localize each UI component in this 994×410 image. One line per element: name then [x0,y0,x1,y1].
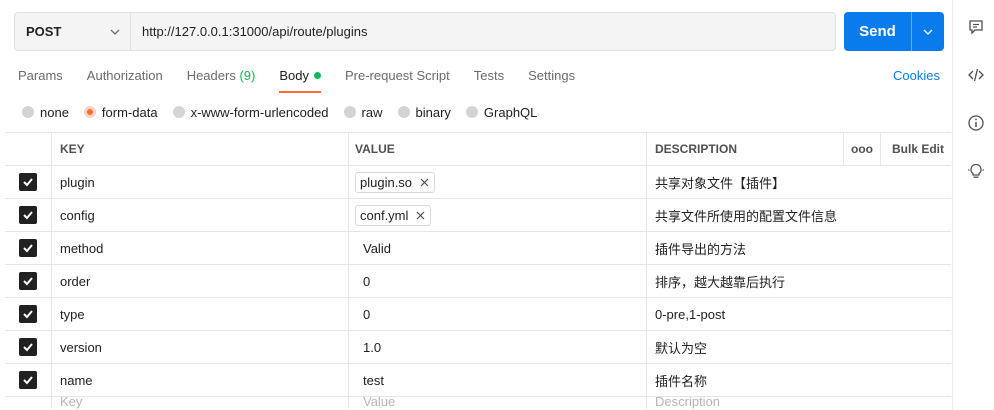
radio-circle [465,106,478,118]
table-row: method Valid 插件导出的方法 [5,232,951,265]
radio-circle [397,106,410,118]
radio-binary[interactable]: binary [397,105,451,120]
send-label: Send [844,12,912,51]
url-input[interactable]: http://127.0.0.1:31000/api/route/plugins [131,13,835,50]
new-description-input[interactable]: Description [646,397,951,409]
description-cell[interactable]: 共享文件所使用的配置文件信息 [646,199,951,231]
table-row: name test 插件名称 [5,364,951,397]
key-cell[interactable]: order [51,265,348,297]
check-icon [23,178,33,187]
radio-none[interactable]: none [22,105,69,120]
bulk-edit-button[interactable]: Bulk Edit [880,133,951,165]
value-cell[interactable]: Valid [348,232,646,264]
method-select[interactable]: POST [15,13,131,50]
radio-circle [172,106,185,118]
info-icon[interactable] [967,114,985,132]
description-cell[interactable]: 插件名称 [646,364,951,396]
row-checkbox[interactable] [19,173,37,191]
close-icon[interactable] [416,211,425,220]
radio-circle [22,106,34,118]
value-cell[interactable]: test [348,364,646,396]
row-checkbox[interactable] [19,371,37,389]
key-cell[interactable]: version [51,331,348,363]
tab-params[interactable]: Params [18,60,63,92]
tab-settings[interactable]: Settings [528,60,575,92]
value-cell[interactable]: 1.0 [348,331,646,363]
description-cell[interactable]: 插件导出的方法 [646,232,951,264]
header-check-cell [5,133,51,165]
key-cell[interactable]: type [51,298,348,330]
right-sidebar [952,0,994,410]
headers-count: (9) [239,68,256,83]
description-cell[interactable]: 排序，越大越靠后执行 [646,265,951,297]
value-cell[interactable]: conf.yml [348,199,646,231]
radio-raw[interactable]: raw [343,105,383,120]
header-key: KEY [51,133,348,165]
body-type-options: none form-data x-www-form-urlencoded raw… [22,101,552,123]
key-cell[interactable]: config [51,199,348,231]
value-cell[interactable]: plugin.so [348,166,646,198]
row-checkbox[interactable] [19,305,37,323]
key-cell[interactable]: method [51,232,348,264]
check-icon [23,277,33,286]
cookies-link[interactable]: Cookies [893,60,940,92]
new-value-input[interactable]: Value [348,397,646,409]
radio-form-data[interactable]: form-data [83,105,158,120]
table-row: type 0 0-pre,1-post [5,298,951,331]
send-button[interactable]: Send [844,12,944,51]
tab-authorization[interactable]: Authorization [87,60,163,92]
file-chip: conf.yml [355,204,432,226]
table-row: plugin plugin.so 共享对象文件【插件】 [5,166,951,199]
radio-circle [83,106,96,118]
file-chip: plugin.so [355,171,436,193]
check-icon [23,376,33,385]
new-key-input[interactable]: Key [51,397,348,409]
check-icon [23,211,33,220]
header-value: VALUE [348,133,646,165]
tab-pre-request-script[interactable]: Pre-request Script [345,60,450,92]
chevron-down-icon [923,29,933,35]
method-label: POST [26,24,62,39]
send-options-dropdown[interactable] [912,12,944,51]
close-icon[interactable] [420,178,429,187]
row-checkbox[interactable] [19,239,37,257]
description-cell[interactable]: 默认为空 [646,331,951,363]
table-row: order 0 排序，越大越靠后执行 [5,265,951,298]
table-row: version 1.0 默认为空 [5,331,951,364]
tab-tests[interactable]: Tests [474,60,504,92]
code-icon[interactable] [967,66,985,84]
row-checkbox[interactable] [19,206,37,224]
tab-body[interactable]: Body [279,60,321,93]
header-description: DESCRIPTION [646,133,843,165]
new-row: Key Value Description [5,397,951,409]
chevron-down-icon [110,29,120,35]
more-options-button[interactable]: ooo [843,133,880,165]
radio-graphql[interactable]: GraphQL [465,105,537,120]
value-cell[interactable]: 0 [348,298,646,330]
description-cell[interactable]: 共享对象文件【插件】 [646,166,951,198]
lightbulb-icon[interactable] [967,162,985,180]
value-cell[interactable]: 0 [348,265,646,297]
row-checkbox[interactable] [19,272,37,290]
key-cell[interactable]: plugin [51,166,348,198]
request-tabs: Params Authorization Headers (9) Body Pr… [18,60,599,93]
radio-circle [343,106,356,118]
request-bar: POST http://127.0.0.1:31000/api/route/pl… [14,12,836,51]
check-icon [23,310,33,319]
key-cell[interactable]: name [51,364,348,396]
description-cell[interactable]: 0-pre,1-post [646,298,951,330]
comment-icon[interactable] [967,18,985,36]
tab-headers[interactable]: Headers (9) [187,60,256,92]
table-row: config conf.yml 共享文件所使用的配置文件信息 [5,199,951,232]
radio-x-www-form-urlencoded[interactable]: x-www-form-urlencoded [172,105,329,120]
body-active-dot [313,72,321,79]
table-header: KEY VALUE DESCRIPTION ooo Bulk Edit [5,133,951,166]
row-checkbox[interactable] [19,338,37,356]
check-icon [23,343,33,352]
check-icon [23,244,33,253]
form-data-table: KEY VALUE DESCRIPTION ooo Bulk Edit plug… [5,132,951,409]
